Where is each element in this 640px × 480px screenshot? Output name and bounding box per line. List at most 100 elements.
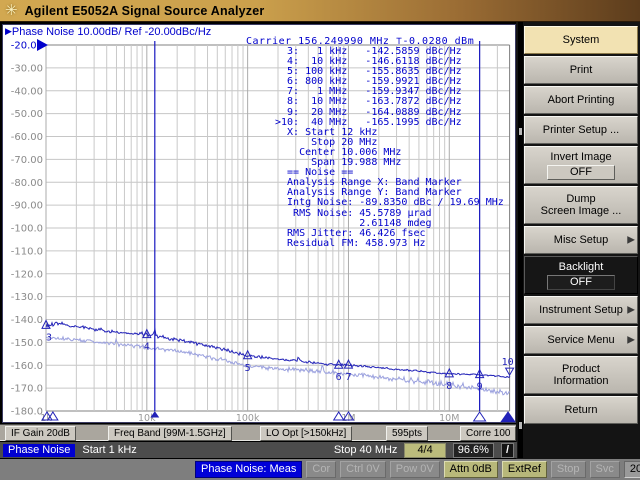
softkey-label: Invert Image [550, 150, 612, 163]
softkey-return[interactable]: Return [524, 396, 638, 424]
status-badge-svc: Svc [589, 461, 620, 478]
softkey-label: Print [569, 64, 593, 76]
softkey-product[interactable]: Product Information [524, 356, 638, 394]
marker-table: 3: 1 kHz -142.5859 dBc/Hz 4: 10 kHz -146… [275, 46, 504, 249]
status-badge-phase-noise-meas: Phase Noise: Meas [195, 461, 303, 478]
sweep-status-bar: Phase Noise Start 1 kHz Stop 40 MHz 4/4 … [0, 442, 517, 458]
sweep-start-label: Start 1 kHz [82, 444, 137, 456]
setting-button-lo-opt-150khz[interactable]: LO Opt [>150kHz] [260, 426, 353, 441]
softkey-backlight[interactable]: Backlight OFF [524, 256, 638, 294]
softkey-printer-setup[interactable]: Printer Setup ... [524, 116, 638, 144]
marker-table-line: Residual FM: 458.973 Hz [275, 237, 426, 249]
svg-text:5: 5 [245, 363, 251, 374]
app-title: Agilent E5052A Signal Source Analyzer [24, 3, 265, 18]
softkey-service-menu[interactable]: Service Menu ▶ [524, 326, 638, 354]
y-axis-label: -130.0 [11, 292, 43, 303]
status-badge-ctrl-0v: Ctrl 0V [340, 461, 386, 478]
softkey-invert-image[interactable]: Invert Image OFF [524, 146, 638, 184]
scroll-tick-bottom [519, 422, 522, 429]
active-trace-icon: ▶ [5, 26, 12, 36]
progress-badge: 96.6% [452, 442, 494, 458]
svg-text:3: 3 [46, 332, 52, 343]
softkey-label: Service Menu [547, 334, 615, 346]
svg-text:7: 7 [345, 372, 351, 383]
status-badge-pow-0v: Pow 0V [389, 461, 440, 478]
average-count-badge: 4/4 [404, 442, 446, 458]
trace-scale-header: ▶Phase Noise 10.00dB/ Ref -20.00dBc/Hz [5, 26, 211, 38]
x-axis-label: 10M [439, 413, 459, 422]
channel-badge: Phase Noise [3, 443, 76, 457]
measurement-settings-bar: IF Gain 20dB Freq Band [99M-1.5GHz] LO Opt… [0, 424, 517, 441]
softkey-dump[interactable]: Dump Screen Image ... [524, 186, 638, 224]
status-badge-cor: Cor [306, 461, 337, 478]
submenu-arrow-icon: ▶ [627, 334, 635, 346]
svg-text:9: 9 [477, 382, 483, 393]
svg-text:10: 10 [502, 357, 514, 368]
softkey-label: System [562, 34, 600, 46]
softkey-label: Dump [566, 193, 596, 205]
submenu-arrow-icon: ▶ [627, 304, 635, 316]
status-badge-attn-0db: Attn 0dB [443, 461, 498, 478]
sweep-stop-label: Stop 40 MHz [333, 444, 398, 456]
softkey-system[interactable]: System [524, 26, 638, 54]
y-axis-label: -70.00 [11, 155, 43, 166]
sweep-spinner-icon: / [500, 442, 514, 458]
x-axis-label: 100k [236, 413, 260, 422]
y-axis-label: -50.00 [11, 109, 43, 120]
x-axis-label: 1M [341, 413, 355, 422]
y-axis-label: -160.0 [11, 361, 43, 372]
y-axis-label: -170.0 [11, 384, 43, 395]
softkey-toggle-value[interactable]: OFF [547, 274, 615, 290]
y-axis-labels: -20.00-30.00-40.00-50.00-60.00-70.00-80.… [11, 41, 43, 418]
instrument-status-bar: Phase Noise: Meas Cor Ctrl 0V Pow 0V Attn 0d… [0, 459, 640, 480]
softkey-label: Printer Setup ... [542, 124, 620, 136]
scroll-tick-top [519, 128, 522, 135]
x-axis-labels: 1k 10k 100k 1M 10M [40, 413, 459, 422]
y-axis-label: -30.00 [11, 63, 43, 74]
softkey-print[interactable]: Print [524, 56, 638, 84]
softkey-toggle-value[interactable]: OFF [547, 164, 615, 180]
softkey-label-line2: Information [553, 375, 609, 387]
trace-scale-label: Phase Noise 10.00dB/ Ref -20.00dBc/Hz [11, 26, 212, 38]
softkey-label: Product [562, 363, 600, 375]
x-axis-label: 10k [138, 413, 156, 422]
softkey-label-line2: Screen Image ... [540, 205, 622, 217]
marker-table-line: Intg Noise: -89.8350 dBc / 19.69 MHz [275, 197, 504, 209]
setting-button-corre-100[interactable]: Corre 100 [460, 426, 517, 441]
svg-text:6: 6 [336, 372, 342, 383]
softkey-menu-scrollbar[interactable] [518, 22, 523, 458]
softkey-instrument-setup[interactable]: Instrument Setup ▶ [524, 296, 638, 324]
y-axis-label: -90.00 [11, 201, 43, 212]
y-axis-label: -140.0 [11, 315, 43, 326]
status-badge-stop: Stop [550, 461, 586, 478]
y-axis-label: -120.0 [11, 269, 43, 280]
y-axis-label: -180.0 [11, 407, 43, 418]
y-axis-label: -110.0 [11, 246, 43, 257]
y-axis-label: -80.00 [11, 178, 43, 189]
setting-button-595pts[interactable]: 595pts [386, 426, 429, 441]
softkey-label: Misc Setup [553, 234, 609, 246]
submenu-arrow-icon: ▶ [627, 234, 635, 246]
y-axis-label: -100.0 [11, 224, 43, 235]
softkey-misc-setup[interactable]: Misc Setup ▶ [524, 226, 638, 254]
status-badge-extref: ExtRef [501, 461, 547, 478]
softkey-label: Return [564, 404, 598, 416]
phase-noise-plot-panel: -20.00 -30.00 -40.00 -50.00 -60.00 -70.00 -80.… [2, 24, 516, 423]
app-icon: ✳ [5, 2, 18, 19]
svg-text:8: 8 [446, 381, 452, 392]
y-axis-label: -40.00 [11, 86, 43, 97]
x-axis-label: 1k [40, 413, 52, 422]
softkey-label: Abort Printing [547, 94, 615, 106]
softkey-menu: System Print Abort Printing Printer Setup .… [524, 26, 638, 424]
softkey-label: Backlight [558, 260, 604, 273]
softkey-abort-printing[interactable]: Abort Printing [524, 86, 638, 114]
instrument-screen: ✳ Agilent E5052A Signal Source Analyzer … [0, 0, 640, 480]
title-bar: ✳ Agilent E5052A Signal Source Analyzer [0, 0, 640, 22]
svg-text:4: 4 [144, 342, 150, 353]
y-axis-label: -150.0 [11, 338, 43, 349]
status-badge-2021-05-28-10-52: 2021-05-28 10:52 [623, 461, 640, 478]
softkey-label: Instrument Setup [539, 304, 623, 316]
setting-button-if-gain-20db[interactable]: IF Gain 20dB [5, 426, 76, 441]
y-axis-label: -60.00 [11, 132, 43, 143]
setting-button-freq-band-99m-1-5ghz[interactable]: Freq Band [99M-1.5GHz] [108, 426, 232, 441]
